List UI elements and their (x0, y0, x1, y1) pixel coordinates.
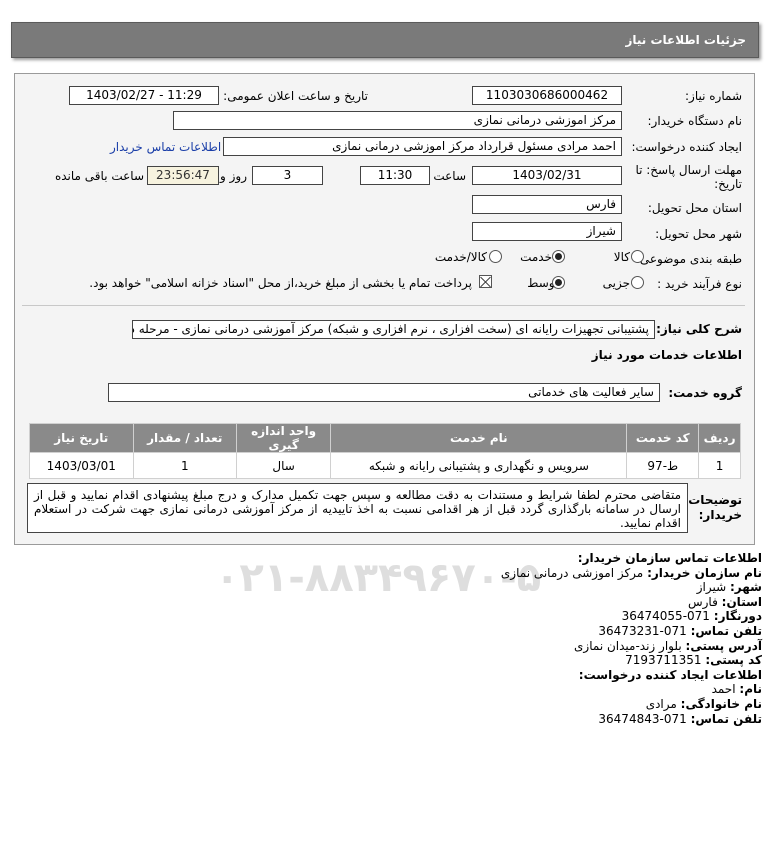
page-header: جزئیات اطلاعات نیاز (11, 22, 759, 58)
contact-line-city: شهر: شیراز (696, 580, 762, 595)
col-need-date: تاریخ نیاز (29, 423, 134, 453)
creator-line-phone: تلفن تماس: 071-36474843 (598, 711, 762, 726)
category-option-service-label: خدمت (520, 250, 552, 264)
services-table-header: ردیف کد خدمت نام خدمت واحد اندازه گیری ت… (29, 423, 741, 453)
province-label: استان محل تحویل: (647, 201, 742, 215)
days-field: 3 (252, 166, 323, 185)
buyer-notes-label: توضیحات (688, 493, 742, 507)
deadline-time-label: ساعت (433, 169, 466, 183)
buyer-notes-label-2: خریدار: (698, 508, 742, 522)
announce-label: تاریخ و ساعت اعلان عمومی: (223, 89, 368, 103)
service-group-field: سایر فعالیت های خدماتی (108, 383, 660, 402)
deadline-time-field: 11:30 (360, 166, 430, 185)
contact-line-org: نام سازمان خریدار: مرکز اموزشی درمانی نم… (500, 565, 762, 580)
services-section-title: اطلاعات خدمات مورد نیاز (591, 348, 742, 362)
category-option-goods-label: کالا (613, 250, 630, 264)
days-label: روز و (220, 169, 247, 183)
contact-line-province: استان: فارس (687, 594, 762, 609)
cell-service-name: سرویس و نگهداری و پشتیبانی رایانه و شبکه (330, 452, 628, 479)
buyer-org-label: نام دستگاه خریدار: (647, 114, 743, 128)
remaining-time-label: ساعت باقی مانده (54, 169, 144, 183)
treasury-payment-note: پرداخت تمام یا بخشی از مبلغ خرید،از محل … (89, 276, 472, 290)
contact-line-postal: کد پستی: 7193711351 (625, 653, 762, 668)
table-row: 1 ط-97 سرویس و نگهداری و پشتیبانی رایانه… (29, 452, 741, 479)
col-row: ردیف (698, 423, 741, 453)
requester-field: احمد مرادی مسئول قرارداد مرکز اموزشی درم… (223, 137, 622, 156)
buyer-contact-link[interactable]: اطلاعات تماس خریدار (110, 140, 221, 154)
cell-unit: سال (236, 452, 332, 479)
announce-field: 1403/02/27 - 11:29 (69, 86, 219, 105)
divider (22, 305, 745, 306)
buyer-org-field: مرکز اموزشی درمانی نمازی (173, 111, 622, 130)
category-option-both-radio[interactable] (489, 250, 502, 263)
process-label: نوع فرآیند خرید : (657, 277, 742, 291)
category-option-both-label: کالا/خدمت (434, 250, 487, 264)
cell-row: 1 (698, 452, 741, 479)
services-table: ردیف کد خدمت نام خدمت واحد اندازه گیری ت… (29, 423, 741, 479)
col-service-name: نام خدمت (330, 423, 628, 453)
creator-line-name: نام: احمد (711, 682, 762, 697)
category-label: طبقه بندی موضوعی: (635, 252, 742, 266)
need-number-label: شماره نیاز: (685, 89, 742, 103)
requester-label: ایجاد کننده درخواست: (631, 140, 742, 154)
category-option-service-radio[interactable] (552, 250, 565, 263)
deadline-label-date: تاریخ: (714, 177, 742, 191)
contact-section: اطلاعات تماس سازمان خریدار: نام سازمان خ… (62, 551, 762, 726)
contact-line-phone: تلفن تماس: 071-36473231 (598, 623, 762, 638)
summary-field: پشتیبانی تجهیزات رایانه ای (سخت افزاری ،… (132, 320, 655, 339)
need-number-field: 1103030686000462 (472, 86, 622, 105)
contact-title: اطلاعات تماس سازمان خریدار: (577, 551, 762, 565)
remaining-time-field: 23:56:47 (147, 166, 219, 185)
cell-need-date: 1403/03/01 (29, 452, 134, 479)
page-title: جزئیات اطلاعات نیاز (625, 33, 746, 47)
contact-line-address: آدرس پستی: بلوار زند-میدان نمازی (574, 638, 762, 653)
city-field: شیراز (472, 222, 622, 241)
process-option-minor-label: جزیی (602, 276, 630, 290)
contact-line-fax: دورنگار: 071-36474055 (621, 609, 762, 624)
process-option-minor-radio[interactable] (631, 276, 644, 289)
cell-service-code: ط-97 (626, 452, 700, 479)
deadline-date-field: 1403/02/31 (472, 166, 622, 185)
col-service-code: کد خدمت (626, 423, 700, 453)
city-label: شهر محل تحویل: (655, 227, 742, 241)
deadline-label: مهلت ارسال پاسخ: تا (635, 163, 742, 177)
creator-title: اطلاعات ایجاد کننده درخواست: (578, 667, 762, 682)
creator-line-family: نام خانوادگی: مرادی (645, 696, 762, 711)
process-option-medium-radio[interactable] (552, 276, 565, 289)
province-field: فارس (472, 195, 622, 214)
treasury-payment-checkbox[interactable] (479, 275, 492, 288)
cell-quantity: 1 (132, 452, 238, 479)
col-quantity: تعداد / مقدار (132, 423, 238, 453)
category-option-goods-radio[interactable] (631, 250, 644, 263)
summary-label: شرح کلی نیاز: (656, 322, 742, 336)
service-group-label: گروه خدمت: (668, 386, 742, 400)
buyer-notes-box: متقاضی محترم لطفا شرایط و مستندات به دقت… (27, 483, 688, 533)
col-unit: واحد اندازه گیری (236, 423, 332, 453)
